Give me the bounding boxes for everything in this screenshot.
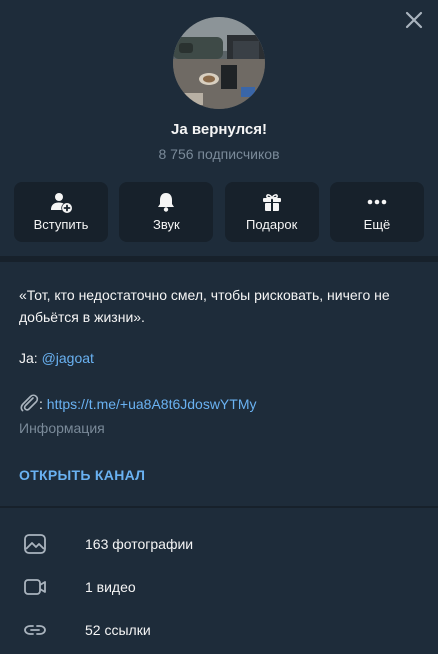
action-bar: Вступить Звук Подарок Ещё xyxy=(14,182,424,242)
links-row[interactable]: 52 ссылки xyxy=(0,609,438,652)
channel-title: Ja вернулся! xyxy=(170,121,267,138)
gift-label: Подарок xyxy=(246,217,298,232)
gift-button[interactable]: Подарок xyxy=(224,182,319,242)
invite-link[interactable]: https://t.me/+ua8A8t6JdoswYTMy xyxy=(47,396,257,412)
gift-icon xyxy=(262,194,281,211)
invite-link-line: : https://t.me/+ua8A8t6JdoswYTMy xyxy=(19,394,419,412)
video-icon xyxy=(24,579,46,595)
shared-media-list: 163 фотографии 1 видео 52 ссылки xyxy=(0,508,438,654)
photos-row[interactable]: 163 фотографии xyxy=(0,523,438,566)
subscriber-count: 8 756 подписчиков xyxy=(158,146,280,162)
links-label: 52 ссылки xyxy=(85,622,151,638)
videos-row[interactable]: 1 видео xyxy=(0,566,438,609)
close-icon xyxy=(405,11,423,29)
sound-button[interactable]: Звук xyxy=(119,182,214,242)
link-icon xyxy=(24,625,46,635)
channel-avatar[interactable] xyxy=(173,17,265,109)
channel-info: «Тот, кто недостаточно смел, чтобы риско… xyxy=(0,256,438,506)
bell-icon xyxy=(158,193,175,212)
videos-label: 1 видео xyxy=(85,579,136,595)
link-prefix: : xyxy=(39,396,47,412)
open-channel-button[interactable]: ОТКРЫТЬ КАНАЛ xyxy=(19,467,419,483)
more-label: Ещё xyxy=(363,217,391,232)
user-plus-icon xyxy=(51,193,72,213)
sound-label: Звук xyxy=(152,217,180,232)
more-button[interactable]: Ещё xyxy=(329,182,424,242)
ja-handle-link[interactable]: @jagoat xyxy=(42,350,94,366)
photos-label: 163 фотографии xyxy=(85,536,194,552)
join-label: Вступить xyxy=(33,217,89,232)
paperclip-icon xyxy=(20,394,39,412)
more-icon xyxy=(367,199,387,205)
ja-prefix: Ja: xyxy=(19,350,42,366)
channel-header: Ja вернулся! 8 756 подписчиков Вступить … xyxy=(0,0,438,256)
info-caption: Информация xyxy=(19,420,105,436)
channel-description: «Тот, кто недостаточно смел, чтобы риско… xyxy=(19,287,390,325)
join-button[interactable]: Вступить xyxy=(14,182,108,242)
ja-line: Ja: @jagoat xyxy=(19,350,419,366)
photo-icon xyxy=(24,534,46,554)
close-button[interactable] xyxy=(404,10,424,30)
